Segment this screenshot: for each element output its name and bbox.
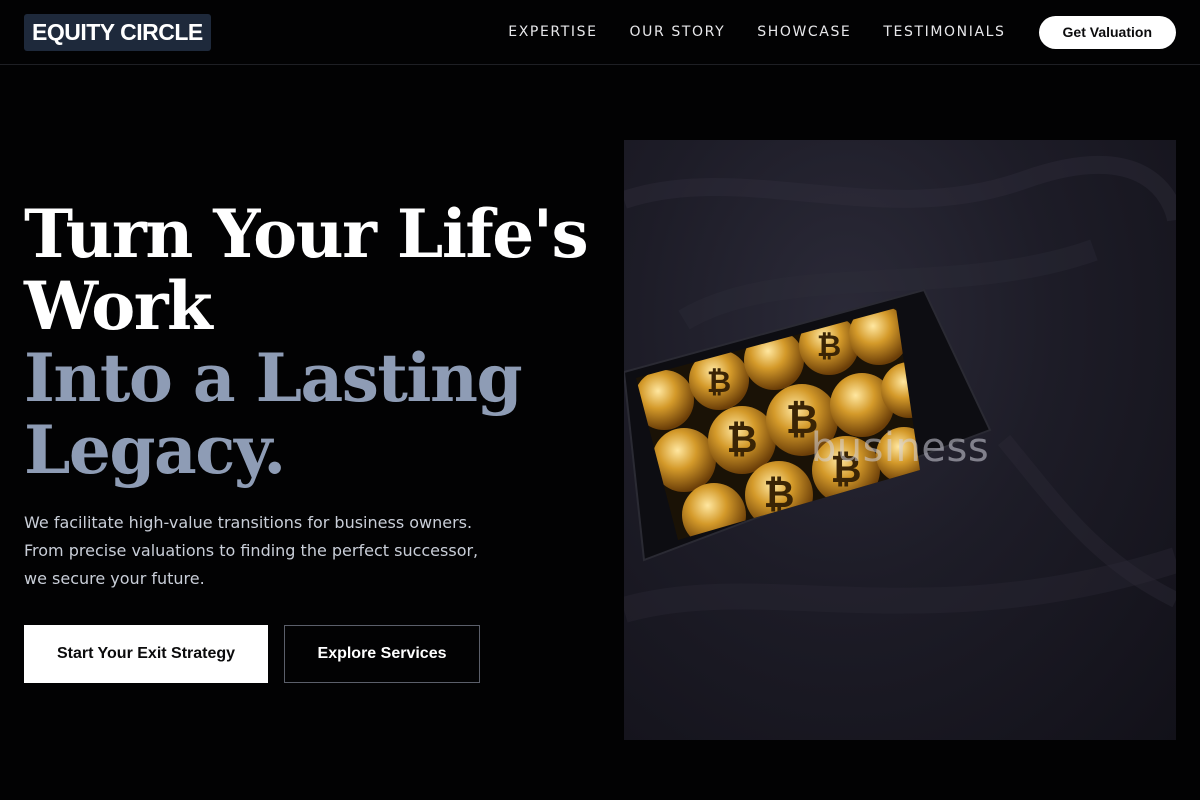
hero-title-line-2: Work xyxy=(24,267,213,345)
hero-title-line-3: Into a Lasting xyxy=(24,339,523,417)
nav-link-expertise[interactable]: EXPERTISE xyxy=(508,24,597,40)
image-overlay-text: business xyxy=(810,425,990,471)
nav-link-our-story[interactable]: OUR STORY xyxy=(630,24,726,40)
start-exit-strategy-button[interactable]: Start Your Exit Strategy xyxy=(24,625,268,683)
main-nav: EXPERTISE OUR STORY SHOWCASE TESTIMONIAL… xyxy=(508,15,1176,49)
hero-title: Turn Your Life's Work Into a Lasting Leg… xyxy=(24,198,604,486)
svg-text:₿: ₿ xyxy=(707,365,731,400)
svg-text:₿: ₿ xyxy=(817,329,841,364)
nav-link-testimonials[interactable]: TESTIMONIALS xyxy=(883,24,1005,40)
site-header: EQUITY CIRCLE EXPERTISE OUR STORY SHOWCA… xyxy=(0,0,1200,65)
site-logo[interactable]: EQUITY CIRCLE xyxy=(24,13,211,51)
svg-text:₿: ₿ xyxy=(764,472,795,516)
hero-title-line-4: Legacy. xyxy=(24,411,286,489)
get-valuation-button[interactable]: Get Valuation xyxy=(1038,15,1176,49)
hero-subtitle-line-2: From precise valuations to finding the p… xyxy=(24,541,479,560)
hero-subtitle: We facilitate high-value transitions for… xyxy=(24,509,544,593)
hero-subtitle-line-3: we secure your future. xyxy=(24,569,205,588)
hero-subtitle-line-1: We facilitate high-value transitions for… xyxy=(24,513,473,532)
hero-image: ₿ ₿ ₿ ₿ ₿ ₿ business xyxy=(624,140,1176,740)
nav-link-showcase[interactable]: SHOWCASE xyxy=(757,24,851,40)
hero-title-line-1: Turn Your Life's xyxy=(24,195,589,273)
explore-services-button[interactable]: Explore Services xyxy=(284,625,480,683)
